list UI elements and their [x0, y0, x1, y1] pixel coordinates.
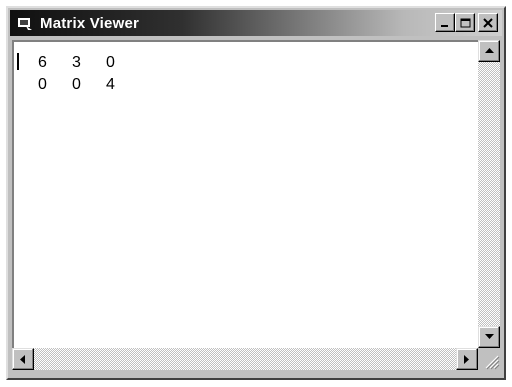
- matrix-grid: 6 3 0 0 0 4: [38, 52, 140, 96]
- text-caret: [17, 53, 19, 70]
- matrix-viewer-window: Matrix Viewer 6 3 0 0 0 4: [6, 6, 506, 380]
- matrix-cell: 0: [72, 76, 81, 93]
- arrow-left-icon: [20, 354, 25, 364]
- arrow-up-icon: [484, 48, 494, 53]
- caption-buttons: [435, 13, 498, 32]
- close-button[interactable]: [478, 13, 498, 32]
- arrow-down-icon: [484, 334, 494, 339]
- matrix-cell: 0: [106, 54, 115, 71]
- scroll-up-button[interactable]: [478, 40, 500, 62]
- matrix-row: 0 0 4: [38, 74, 140, 96]
- close-icon: [483, 17, 493, 28]
- minimize-icon: [441, 24, 448, 27]
- resize-grip-icon: [485, 355, 500, 370]
- maximize-button[interactable]: [455, 13, 475, 32]
- arrow-right-icon: [464, 354, 469, 364]
- minimize-button[interactable]: [435, 13, 455, 32]
- matrix-cell: 0: [38, 76, 47, 93]
- scroll-left-button[interactable]: [12, 348, 34, 370]
- matrix-cell: 6: [38, 54, 47, 71]
- matrix-row: 6 3 0: [38, 52, 140, 74]
- title-bar[interactable]: Matrix Viewer: [10, 10, 502, 36]
- resize-grip[interactable]: [478, 348, 500, 370]
- matrix-cell: 3: [72, 54, 81, 71]
- matrix-display-area[interactable]: 6 3 0 0 0 4: [12, 40, 478, 348]
- window-title: Matrix Viewer: [40, 14, 140, 32]
- horizontal-scrollbar[interactable]: [12, 348, 478, 370]
- maximize-icon: [460, 18, 470, 27]
- matrix-cell: 4: [106, 76, 115, 93]
- scroll-down-button[interactable]: [478, 326, 500, 348]
- scroll-right-button[interactable]: [456, 348, 478, 370]
- vertical-scrollbar[interactable]: [478, 40, 500, 348]
- app-icon[interactable]: [16, 14, 34, 32]
